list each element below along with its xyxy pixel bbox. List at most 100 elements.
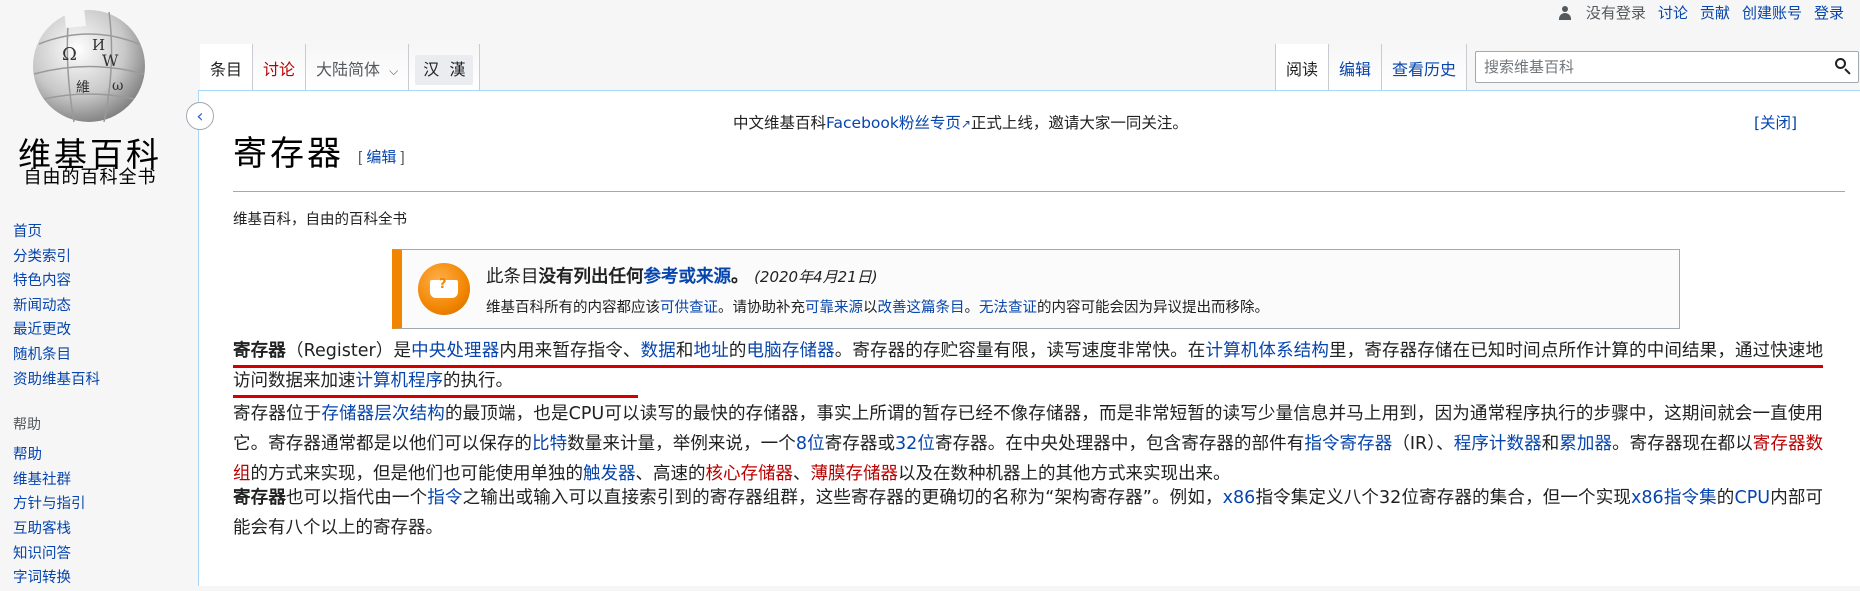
create-account-link[interactable]: 创建账号 — [1742, 2, 1802, 23]
sidebar-item-category-index[interactable]: 分类索引 — [13, 249, 71, 265]
globe-glyph: 維 — [76, 80, 90, 96]
instruction-register-link[interactable]: 指令寄存器 — [1304, 434, 1392, 454]
notice-text: 以 — [863, 300, 878, 316]
script-simplified-label: 汉 — [423, 60, 440, 79]
tab-talk[interactable]: 讨论 — [253, 44, 307, 90]
bit-link[interactable]: 比特 — [532, 434, 567, 454]
page-title-text: 寄存器 — [233, 134, 344, 174]
address-link[interactable]: 地址 — [694, 341, 729, 361]
x86-instruction-set-link[interactable]: x86指令集 — [1631, 488, 1717, 508]
flip-flop-link[interactable]: 触发器 — [583, 464, 636, 484]
tab-history[interactable]: 查看历史 — [1382, 44, 1468, 90]
sidebar-item-village-pump[interactable]: 互助客栈 — [13, 521, 71, 537]
text: 内用来暂存指令、 — [499, 341, 641, 361]
sidebar-item-featured[interactable]: 特色内容 — [13, 273, 71, 289]
page-title: 寄存器 [ 编辑 ] — [233, 126, 405, 175]
unverifiable-link[interactable]: 无法查证 — [979, 300, 1037, 316]
external-link-icon: ↗ — [960, 117, 971, 131]
sidebar-item-policies[interactable]: 方针与指引 — [13, 496, 86, 512]
notice-text: 。 — [964, 300, 980, 316]
improve-article-link[interactable]: 改善这篇条目 — [878, 300, 965, 316]
view-tabs: 阅读 编辑 查看历史 — [1275, 44, 1468, 90]
text: 。寄存器的存贮容量有限，读写速度非常快。在 — [834, 341, 1206, 361]
body-paragraph: 寄存器也可以指代由一个指令之输出或输入可以直接索引到的寄存器组群，这些寄存器的更… — [233, 483, 1823, 543]
tab-edit[interactable]: 编辑 — [1329, 44, 1383, 90]
sidebar-item-conversion[interactable]: 字词转换 — [13, 570, 71, 586]
cpu-link[interactable]: 中央处理器 — [411, 341, 499, 361]
verifiability-link[interactable]: 可供查证 — [660, 300, 718, 316]
tab-article[interactable]: 条目 — [200, 44, 254, 90]
tab-edit-link[interactable]: 编辑 — [1339, 60, 1371, 79]
text: 的 — [728, 341, 747, 361]
data-link[interactable]: 数据 — [641, 341, 676, 361]
puzzle-globe-icon: Ω И W 維 ω — [33, 8, 145, 122]
text: （IR）、 — [1392, 434, 1454, 454]
sidebar: 首页 分类索引 特色内容 新闻动态 最近更改 随机条目 资助维基百科 帮助 帮助… — [0, 220, 198, 591]
memory-hierarchy-link[interactable]: 存储器层次结构 — [321, 404, 445, 424]
title-divider — [233, 191, 1845, 192]
sidebar-help-heading: 帮助 — [13, 417, 41, 434]
variant-label: 大陆简体 — [316, 60, 381, 79]
program-counter-link[interactable]: 程序计数器 — [1454, 434, 1542, 454]
personal-talk-link[interactable]: 讨论 — [1658, 2, 1688, 23]
main-content: ‹ 中文维基百科Facebook粉丝专页↗正式上线，邀请大家一同关注。 [关闭]… — [186, 90, 1860, 586]
sidebar-item-news[interactable]: 新闻动态 — [13, 298, 71, 314]
instruction-link[interactable]: 指令 — [427, 488, 462, 508]
close-notice-link[interactable]: [关闭] — [1754, 111, 1797, 133]
variant-dropdown[interactable]: 大陆简体 ⌵ — [306, 44, 410, 90]
logo-tagline: 自由的百科全书 — [23, 167, 157, 188]
not-logged-in-label: 没有登录 — [1585, 4, 1646, 22]
computer-program-link[interactable]: 计算机程序 — [356, 371, 444, 391]
cpu-abbr-link[interactable]: CPU — [1734, 488, 1770, 508]
text: 之输出或输入可以直接索引到的寄存器组群，这些寄存器的更确切的名称为“架构寄存器”… — [462, 488, 1223, 508]
reliable-sources-link[interactable]: 可靠来源 — [805, 300, 863, 316]
thin-film-memory-redlink[interactable]: 薄膜存储器 — [811, 464, 899, 484]
text: 寄存器或 — [824, 434, 896, 454]
search-icon[interactable] — [1835, 58, 1849, 72]
contributions-link[interactable]: 贡献 — [1700, 2, 1730, 23]
text: 和 — [1541, 434, 1560, 454]
tab-history-link[interactable]: 查看历史 — [1392, 60, 1456, 79]
text: 也可以指代由一个 — [285, 488, 428, 508]
article-subject: 寄存器 — [233, 341, 286, 361]
script-conversion-button[interactable]: 汉 漢 — [409, 44, 481, 90]
sidebar-item-help[interactable]: 帮助 — [13, 447, 42, 463]
notice-details: 维基百科所有的内容都应该可供查证。请协助补充可靠来源以改善这篇条目。无法查证的内… — [486, 296, 1269, 317]
sidebar-item-recent-changes[interactable]: 最近更改 — [13, 322, 71, 338]
text: 寄存器。在中央处理器中，包含寄存器的部件有 — [934, 434, 1305, 454]
text: 数量来计量，举例来说，一个 — [567, 434, 796, 454]
notice-bold: 没有列出任何 — [538, 267, 644, 287]
notice-period: 。 — [731, 267, 749, 287]
login-link[interactable]: 登录 — [1814, 2, 1844, 23]
sidebar-item-community[interactable]: 维基社群 — [13, 472, 71, 488]
facebook-page-link[interactable]: Facebook粉丝专页 — [826, 114, 961, 132]
section-edit: [ 编辑 ] — [358, 149, 405, 166]
search-input[interactable] — [1476, 52, 1822, 82]
tab-read[interactable]: 阅读 — [1275, 44, 1330, 90]
book-question-icon — [418, 263, 470, 315]
core-memory-redlink[interactable]: 核心存储器 — [706, 464, 794, 484]
title-edit-link[interactable]: 编辑 — [366, 149, 396, 166]
text: 、 — [793, 464, 811, 484]
8-bit-link[interactable]: 8位 — [796, 434, 825, 454]
32-bit-link[interactable]: 32位 — [895, 434, 935, 454]
globe-glyph: Ω — [62, 44, 77, 65]
sidebar-item-donate[interactable]: 资助维基百科 — [13, 372, 100, 388]
chevron-down-icon: ⌵ — [389, 64, 399, 78]
collapse-sidebar-button[interactable]: ‹ — [186, 102, 214, 130]
text: 的执行。 — [443, 371, 513, 391]
accumulator-link[interactable]: 累加器 — [1559, 434, 1612, 454]
article-subject: 寄存器 — [233, 488, 286, 508]
wikipedia-logo[interactable]: Ω И W 維 ω 维基百科 自由的百科全书 — [0, 0, 196, 200]
x86-link[interactable]: x86 — [1223, 488, 1256, 508]
computer-architecture-link[interactable]: 计算机体系结构 — [1205, 341, 1329, 361]
references-link[interactable]: 参考或来源 — [644, 267, 732, 287]
sidebar-item-reference-desk[interactable]: 知识问答 — [13, 546, 71, 562]
text: 、高速的 — [635, 464, 706, 484]
sidebar-navigation: 首页 分类索引 特色内容 新闻动态 最近更改 随机条目 资助维基百科 — [0, 220, 198, 392]
sidebar-item-random[interactable]: 随机条目 — [13, 347, 71, 363]
computer-memory-link[interactable]: 电脑存储器 — [747, 341, 835, 361]
sidebar-item-main-page[interactable]: 首页 — [13, 224, 42, 240]
site-subtitle: 维基百科，自由的百科全书 — [233, 212, 407, 228]
personal-tools: 没有登录 讨论 贡献 创建账号 登录 — [1558, 2, 1844, 23]
